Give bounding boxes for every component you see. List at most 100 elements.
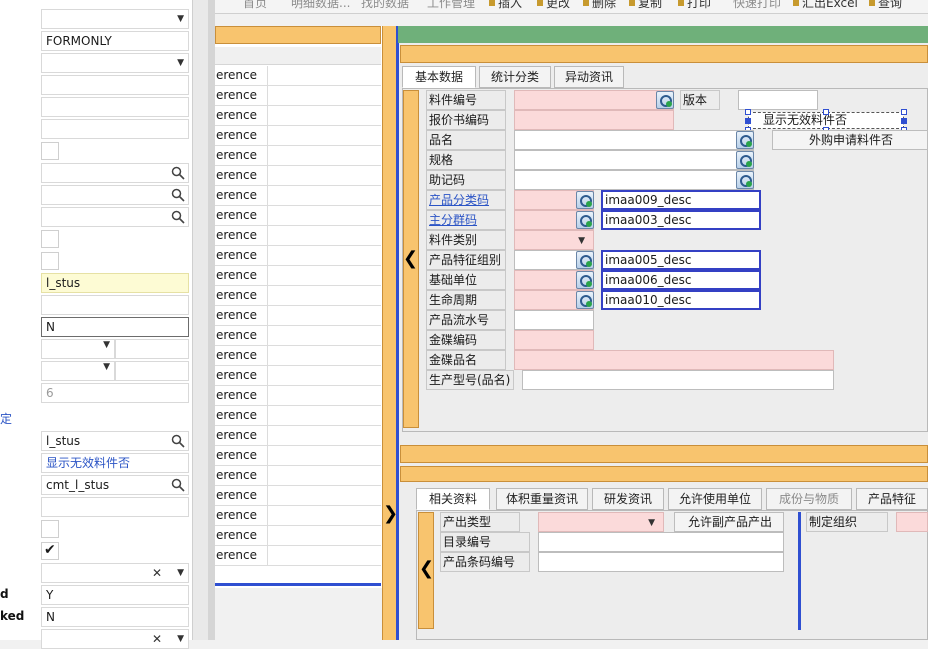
input-spec[interactable] (514, 150, 754, 170)
toolbar-work[interactable]: 工作管理 (427, 0, 475, 11)
input-mnemonic[interactable] (514, 170, 754, 190)
input-disc-code[interactable] (514, 330, 594, 350)
chevron-down-icon[interactable]: ▼ (103, 340, 110, 350)
table-row[interactable]: erence (215, 406, 381, 426)
prop-field[interactable] (41, 119, 189, 139)
prop-lookup-column[interactable]: l_stus (41, 431, 189, 451)
table-row[interactable]: erence (215, 366, 381, 386)
tab-basic-data[interactable]: 基本数据 (402, 66, 476, 88)
prop-checkbox[interactable] (41, 252, 59, 270)
tab-product-feature[interactable]: 产品特征 (856, 488, 928, 510)
chevron-right-icon[interactable]: ❯ (383, 505, 398, 523)
label-main-group-link[interactable]: 主分群码 (426, 210, 506, 230)
resize-handle[interactable] (745, 109, 751, 115)
group-header-bar[interactable] (400, 45, 928, 63)
table-row[interactable]: erence (215, 346, 381, 366)
group-header-bar-3[interactable] (400, 466, 928, 482)
input-barcode[interactable] (538, 552, 784, 572)
tab-rd-info[interactable]: 研发资讯 (592, 488, 664, 510)
toolbar-find[interactable]: 找的数据 (361, 0, 409, 11)
lookup-zoom-icon[interactable] (576, 251, 594, 269)
lookup-zoom-icon[interactable] (576, 291, 594, 309)
table-row[interactable]: erence (215, 506, 381, 526)
table-row[interactable]: erence (215, 546, 381, 566)
prop-lookup-3[interactable] (41, 207, 189, 227)
table-row[interactable]: erence (215, 86, 381, 106)
prop-field-half[interactable] (115, 339, 189, 359)
input-serial[interactable] (514, 310, 594, 330)
toolbar-home[interactable]: 首页 (243, 0, 267, 11)
lookup-zoom-icon[interactable] (576, 191, 594, 209)
table-row[interactable]: erence (215, 186, 381, 206)
prop-field[interactable] (41, 295, 189, 315)
prop-field[interactable] (41, 75, 189, 95)
close-icon[interactable]: ✕ (152, 630, 162, 648)
checkbox-allow-byproduct[interactable]: 允许副产品产出 (674, 512, 784, 532)
prop-dropdown-2[interactable]: ▼ (41, 53, 189, 73)
input-org[interactable] (896, 512, 928, 532)
chevron-left-icon[interactable]: ❮ (419, 560, 434, 578)
table-row[interactable]: erence (215, 386, 381, 406)
tab-stat-category[interactable]: 统计分类 (479, 66, 551, 88)
checkbox-purchase-request[interactable]: 外购申请料件否 (772, 130, 928, 150)
prop-dropdown-half[interactable]: ▼ (41, 339, 115, 359)
prop-section-link[interactable]: 定 (0, 410, 12, 427)
table-row[interactable]: erence (215, 286, 381, 306)
toolbar-print[interactable]: 打印 (687, 0, 711, 11)
input-disc-name[interactable] (514, 350, 834, 370)
resize-handle[interactable] (745, 118, 751, 124)
prop-lookup-comment[interactable]: cmt_l_stus (41, 475, 189, 495)
toolbar-query[interactable]: 查询 (878, 0, 902, 11)
prop-field-name[interactable]: l_stus (41, 273, 189, 293)
table-row[interactable]: erence (215, 246, 381, 266)
lookup-zoom-icon[interactable] (736, 131, 754, 149)
prop-field-caption[interactable]: 显示无效料件否 (41, 453, 189, 473)
prop-field[interactable] (41, 497, 189, 517)
table-row[interactable]: erence (215, 466, 381, 486)
close-icon[interactable]: ✕ (152, 564, 162, 582)
prop-field-selected[interactable]: N (41, 317, 189, 337)
search-icon[interactable] (171, 188, 185, 202)
table-row[interactable]: erence (215, 486, 381, 506)
lookup-zoom-icon[interactable] (576, 271, 594, 289)
input-catalog-no[interactable] (538, 532, 784, 552)
lookup-zoom-icon[interactable] (736, 151, 754, 169)
prop-dropdown-last[interactable]: ✕ ▼ (41, 629, 189, 649)
toolbar-copy[interactable]: 复制 (638, 0, 662, 11)
input-name[interactable] (514, 130, 754, 150)
prop-field-half[interactable] (115, 361, 189, 381)
input-quote-no[interactable] (514, 110, 674, 130)
group-header-bar-2[interactable] (400, 445, 928, 463)
prop-checkbox[interactable] (41, 230, 59, 248)
table-row[interactable]: erence (215, 166, 381, 186)
select-product-type[interactable]: ▼ (538, 512, 664, 532)
resize-handle[interactable] (901, 109, 907, 115)
prop-field-formonly[interactable]: FORMONLY (41, 31, 189, 51)
input-version[interactable] (738, 90, 818, 110)
table-row[interactable]: erence (215, 146, 381, 166)
chevron-left-icon[interactable]: ❮ (403, 250, 418, 268)
lookup-zoom-icon[interactable] (576, 211, 594, 229)
prop-field[interactable] (41, 97, 189, 117)
table-row[interactable]: erence (215, 66, 381, 86)
table-row[interactable]: erence (215, 526, 381, 546)
table-row[interactable]: erence (215, 446, 381, 466)
prop-lookup-2[interactable] (41, 185, 189, 205)
label-category-link[interactable]: 产品分类码 (426, 190, 506, 210)
table-row[interactable]: erence (215, 266, 381, 286)
chevron-down-icon[interactable]: ▼ (103, 362, 110, 372)
toolbar-edit[interactable]: 更改 (546, 0, 570, 11)
prop-dropdown-half[interactable]: ▼ (41, 361, 115, 381)
input-item-no[interactable] (514, 90, 674, 110)
toolbar-export-excel[interactable]: 汇出Excel (802, 0, 858, 11)
table-row[interactable]: erence (215, 106, 381, 126)
tab-change-info[interactable]: 异动资讯 (554, 66, 624, 88)
table-row[interactable]: erence (215, 206, 381, 226)
chevron-down-icon[interactable]: ▼ (578, 232, 585, 250)
search-icon[interactable] (171, 210, 185, 224)
table-row[interactable]: erence (215, 306, 381, 326)
select-item-type[interactable]: ▼ (514, 230, 594, 250)
resize-handle[interactable] (823, 109, 829, 115)
prop-dropdown-clearable[interactable]: ✕ ▼ (41, 563, 189, 583)
prop-field-n[interactable]: N (41, 607, 189, 627)
